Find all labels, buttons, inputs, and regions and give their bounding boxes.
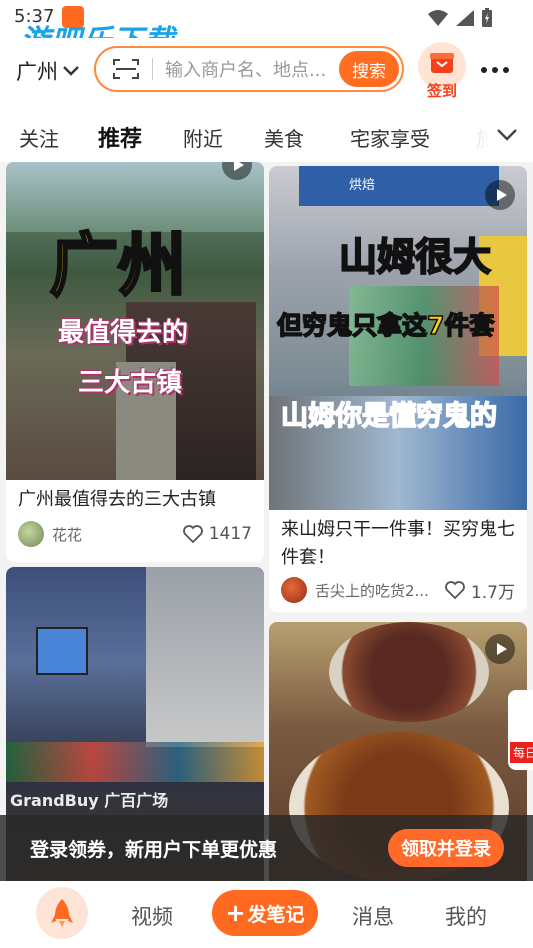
search-input[interactable]: 输入商户名、地点... bbox=[165, 56, 339, 82]
more-icon[interactable] bbox=[480, 66, 510, 74]
author-name[interactable]: 舌尖上的吃货2... bbox=[315, 580, 444, 601]
play-icon bbox=[485, 180, 515, 210]
city-label: 广州 bbox=[16, 60, 58, 84]
tower-building bbox=[146, 567, 264, 747]
nav-messages[interactable]: 消息 bbox=[352, 901, 394, 931]
video-screen bbox=[36, 627, 88, 675]
card-meta: 花花 1417 bbox=[18, 520, 252, 548]
tab-home-enjoy[interactable]: 宅家享受 bbox=[350, 123, 430, 152]
daily-float-badge[interactable]: 每日 bbox=[508, 690, 533, 770]
signal-icon bbox=[456, 10, 474, 26]
feed-card[interactable]: 烘焙 山姆很大 但穷鬼只拿这7件套 山姆你是懂穷鬼的 来山姆只干一件事！买穷鬼七… bbox=[269, 166, 527, 612]
mall-sign: GrandBuy 广百广场 bbox=[10, 791, 169, 810]
card-meta: 舌尖上的吃货2... 1.7万 bbox=[281, 576, 515, 604]
feed-card[interactable]: 广州 最值得去的 三大古镇 广州最值得去的三大古镇 花花 1417 bbox=[6, 162, 264, 562]
like-count: 1.7万 bbox=[470, 582, 515, 603]
like-count: 1417 bbox=[208, 524, 252, 544]
expand-tabs-icon[interactable] bbox=[496, 128, 518, 142]
tab-recommend[interactable]: 推荐 bbox=[98, 121, 143, 157]
post-note-label: 发笔记 bbox=[247, 903, 305, 926]
tab-nearby[interactable]: 附近 bbox=[183, 123, 223, 152]
category-tabs: 关注 推荐 附近 美食 宅家享受 旅 bbox=[0, 106, 533, 162]
avatar[interactable] bbox=[18, 521, 44, 547]
play-icon bbox=[485, 634, 515, 664]
heart-icon bbox=[445, 581, 465, 600]
login-banner-text: 登录领券，新用户下单更优惠 bbox=[30, 839, 278, 861]
rocket-icon bbox=[51, 899, 73, 927]
storefronts bbox=[6, 742, 264, 782]
nav-video[interactable]: 视频 bbox=[131, 901, 173, 931]
store-sign-text: 烘焙 bbox=[349, 178, 376, 193]
card-image[interactable]: 烘焙 山姆很大 但穷鬼只拿这7件套 山姆你是懂穷鬼的 bbox=[269, 166, 527, 510]
claim-login-button[interactable]: 领取并登录 bbox=[388, 829, 504, 867]
signin-label: 签到 bbox=[426, 82, 457, 100]
tab-food[interactable]: 美食 bbox=[264, 123, 304, 152]
card-title[interactable]: 来山姆只干一件事！买穷鬼七件套！ bbox=[281, 516, 515, 572]
wifi-icon bbox=[428, 10, 448, 26]
heart-icon bbox=[182, 525, 203, 544]
bottom-nav: 视频 + 发笔记 消息 我的 bbox=[0, 881, 533, 948]
gift-icon bbox=[430, 53, 454, 73]
post-note-button[interactable]: + 发笔记 bbox=[212, 890, 318, 936]
daily-badge-label: 每日 bbox=[510, 742, 533, 763]
avatar[interactable] bbox=[281, 577, 307, 603]
image-subtitle-2: 三大古镇 bbox=[78, 368, 183, 398]
store-sign: 烘焙 bbox=[299, 166, 499, 206]
tab-recommend-label: 推荐 bbox=[98, 127, 143, 152]
tab-follow[interactable]: 关注 bbox=[19, 123, 59, 152]
image-subtitle: 最值得去的 bbox=[58, 318, 189, 348]
image-title: 广州 bbox=[48, 226, 187, 308]
plus-icon: + bbox=[225, 899, 246, 927]
signin-button[interactable]: 签到 bbox=[416, 42, 468, 100]
search-bar[interactable]: 输入商户名、地点... 搜索 bbox=[94, 46, 404, 92]
like-button[interactable]: 1.7万 bbox=[444, 578, 515, 603]
top-header: 广州 输入商户名、地点... 搜索 签到 bbox=[0, 38, 533, 106]
city-selector[interactable]: 广州 bbox=[16, 56, 80, 86]
battery-icon bbox=[482, 8, 492, 27]
card-image[interactable]: 广州 最值得去的 三大古镇 bbox=[6, 162, 264, 480]
search-divider bbox=[152, 58, 153, 80]
food-bowl-1 bbox=[329, 622, 489, 722]
chevron-down-icon bbox=[63, 66, 79, 76]
image-title: 山姆很大 bbox=[338, 234, 492, 280]
image-subtitle-2: 山姆你是懂穷鬼的 bbox=[280, 400, 498, 433]
like-button[interactable]: 1417 bbox=[182, 524, 252, 544]
status-icons bbox=[427, 8, 493, 28]
card-title[interactable]: 广州最值得去的三大古镇 bbox=[18, 486, 252, 514]
login-banner: 登录领券，新用户下单更优惠 领取并登录 bbox=[0, 815, 533, 881]
scan-icon[interactable] bbox=[112, 58, 140, 80]
search-button[interactable]: 搜索 bbox=[339, 51, 399, 87]
image-subtitle: 但穷鬼只拿这7件套 bbox=[276, 310, 495, 341]
author-name[interactable]: 花花 bbox=[52, 524, 182, 545]
home-tab[interactable] bbox=[36, 887, 88, 939]
nav-me[interactable]: 我的 bbox=[445, 901, 487, 931]
